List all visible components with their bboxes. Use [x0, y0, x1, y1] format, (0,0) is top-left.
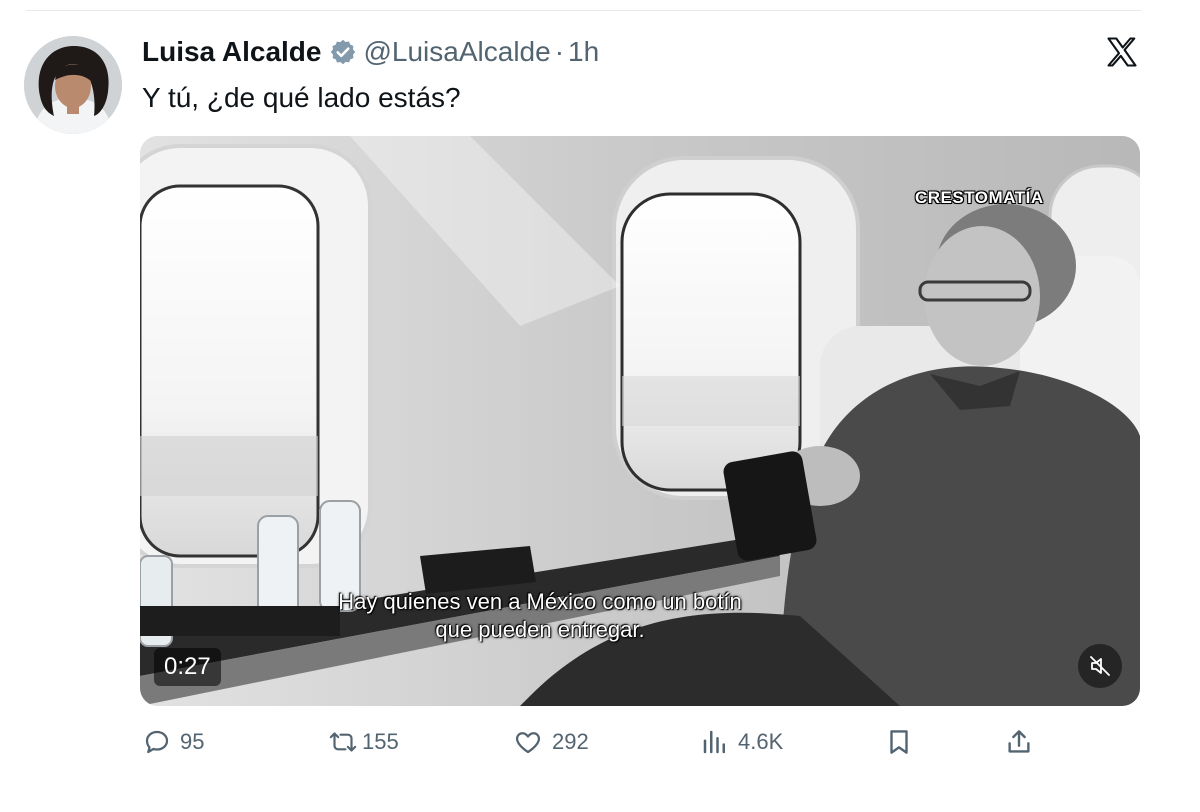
- bookmark-icon: [890, 730, 908, 754]
- like-button[interactable]: 292: [512, 722, 589, 762]
- tweet-timestamp[interactable]: 1h: [568, 36, 599, 68]
- views-icon: [703, 730, 725, 754]
- video-player[interactable]: CRESTOMATÍA Hay quienes ven a México com…: [140, 136, 1140, 706]
- tweet-header: Luisa Alcalde @LuisaAlcalde · 1h: [142, 34, 599, 70]
- mute-icon: [1090, 656, 1110, 676]
- views-button[interactable]: 4.6K: [700, 722, 783, 762]
- like-count: 292: [552, 729, 589, 754]
- tweet-actions: 95 155 292 4.6K: [0, 722, 1200, 762]
- repost-button[interactable]: 155: [326, 722, 399, 762]
- subtitle-line-2: que pueden entregar.: [435, 617, 645, 642]
- repost-count: 155: [362, 729, 399, 754]
- bookmark-button[interactable]: [884, 722, 914, 762]
- separator-dot: ·: [554, 36, 565, 67]
- share-button[interactable]: [1004, 722, 1034, 762]
- reply-button[interactable]: 95: [142, 722, 204, 762]
- x-logo-icon[interactable]: [1104, 34, 1140, 70]
- reply-count: 95: [180, 729, 205, 754]
- reply-icon: [145, 730, 169, 754]
- video-watermark: CRESTOMATÍA: [915, 188, 1044, 207]
- author-display-name[interactable]: Luisa Alcalde: [142, 36, 321, 68]
- video-duration: 0:27: [154, 648, 221, 686]
- share-icon: [1008, 730, 1030, 753]
- video-subtitles: Hay quienes ven a México como un botín q…: [140, 588, 940, 644]
- tweet-text: Y tú, ¿de qué lado estás?: [142, 82, 461, 113]
- top-divider: [26, 10, 1141, 11]
- mute-button[interactable]: [1078, 644, 1122, 688]
- repost-icon: [329, 732, 357, 752]
- verified-badge-icon[interactable]: [329, 38, 357, 66]
- heart-icon: [515, 732, 541, 754]
- subtitle-line-1: Hay quienes ven a México como un botín: [338, 589, 742, 614]
- avatar[interactable]: [24, 36, 122, 134]
- views-count: 4.6K: [738, 729, 784, 754]
- author-handle[interactable]: @LuisaAlcalde: [363, 36, 550, 68]
